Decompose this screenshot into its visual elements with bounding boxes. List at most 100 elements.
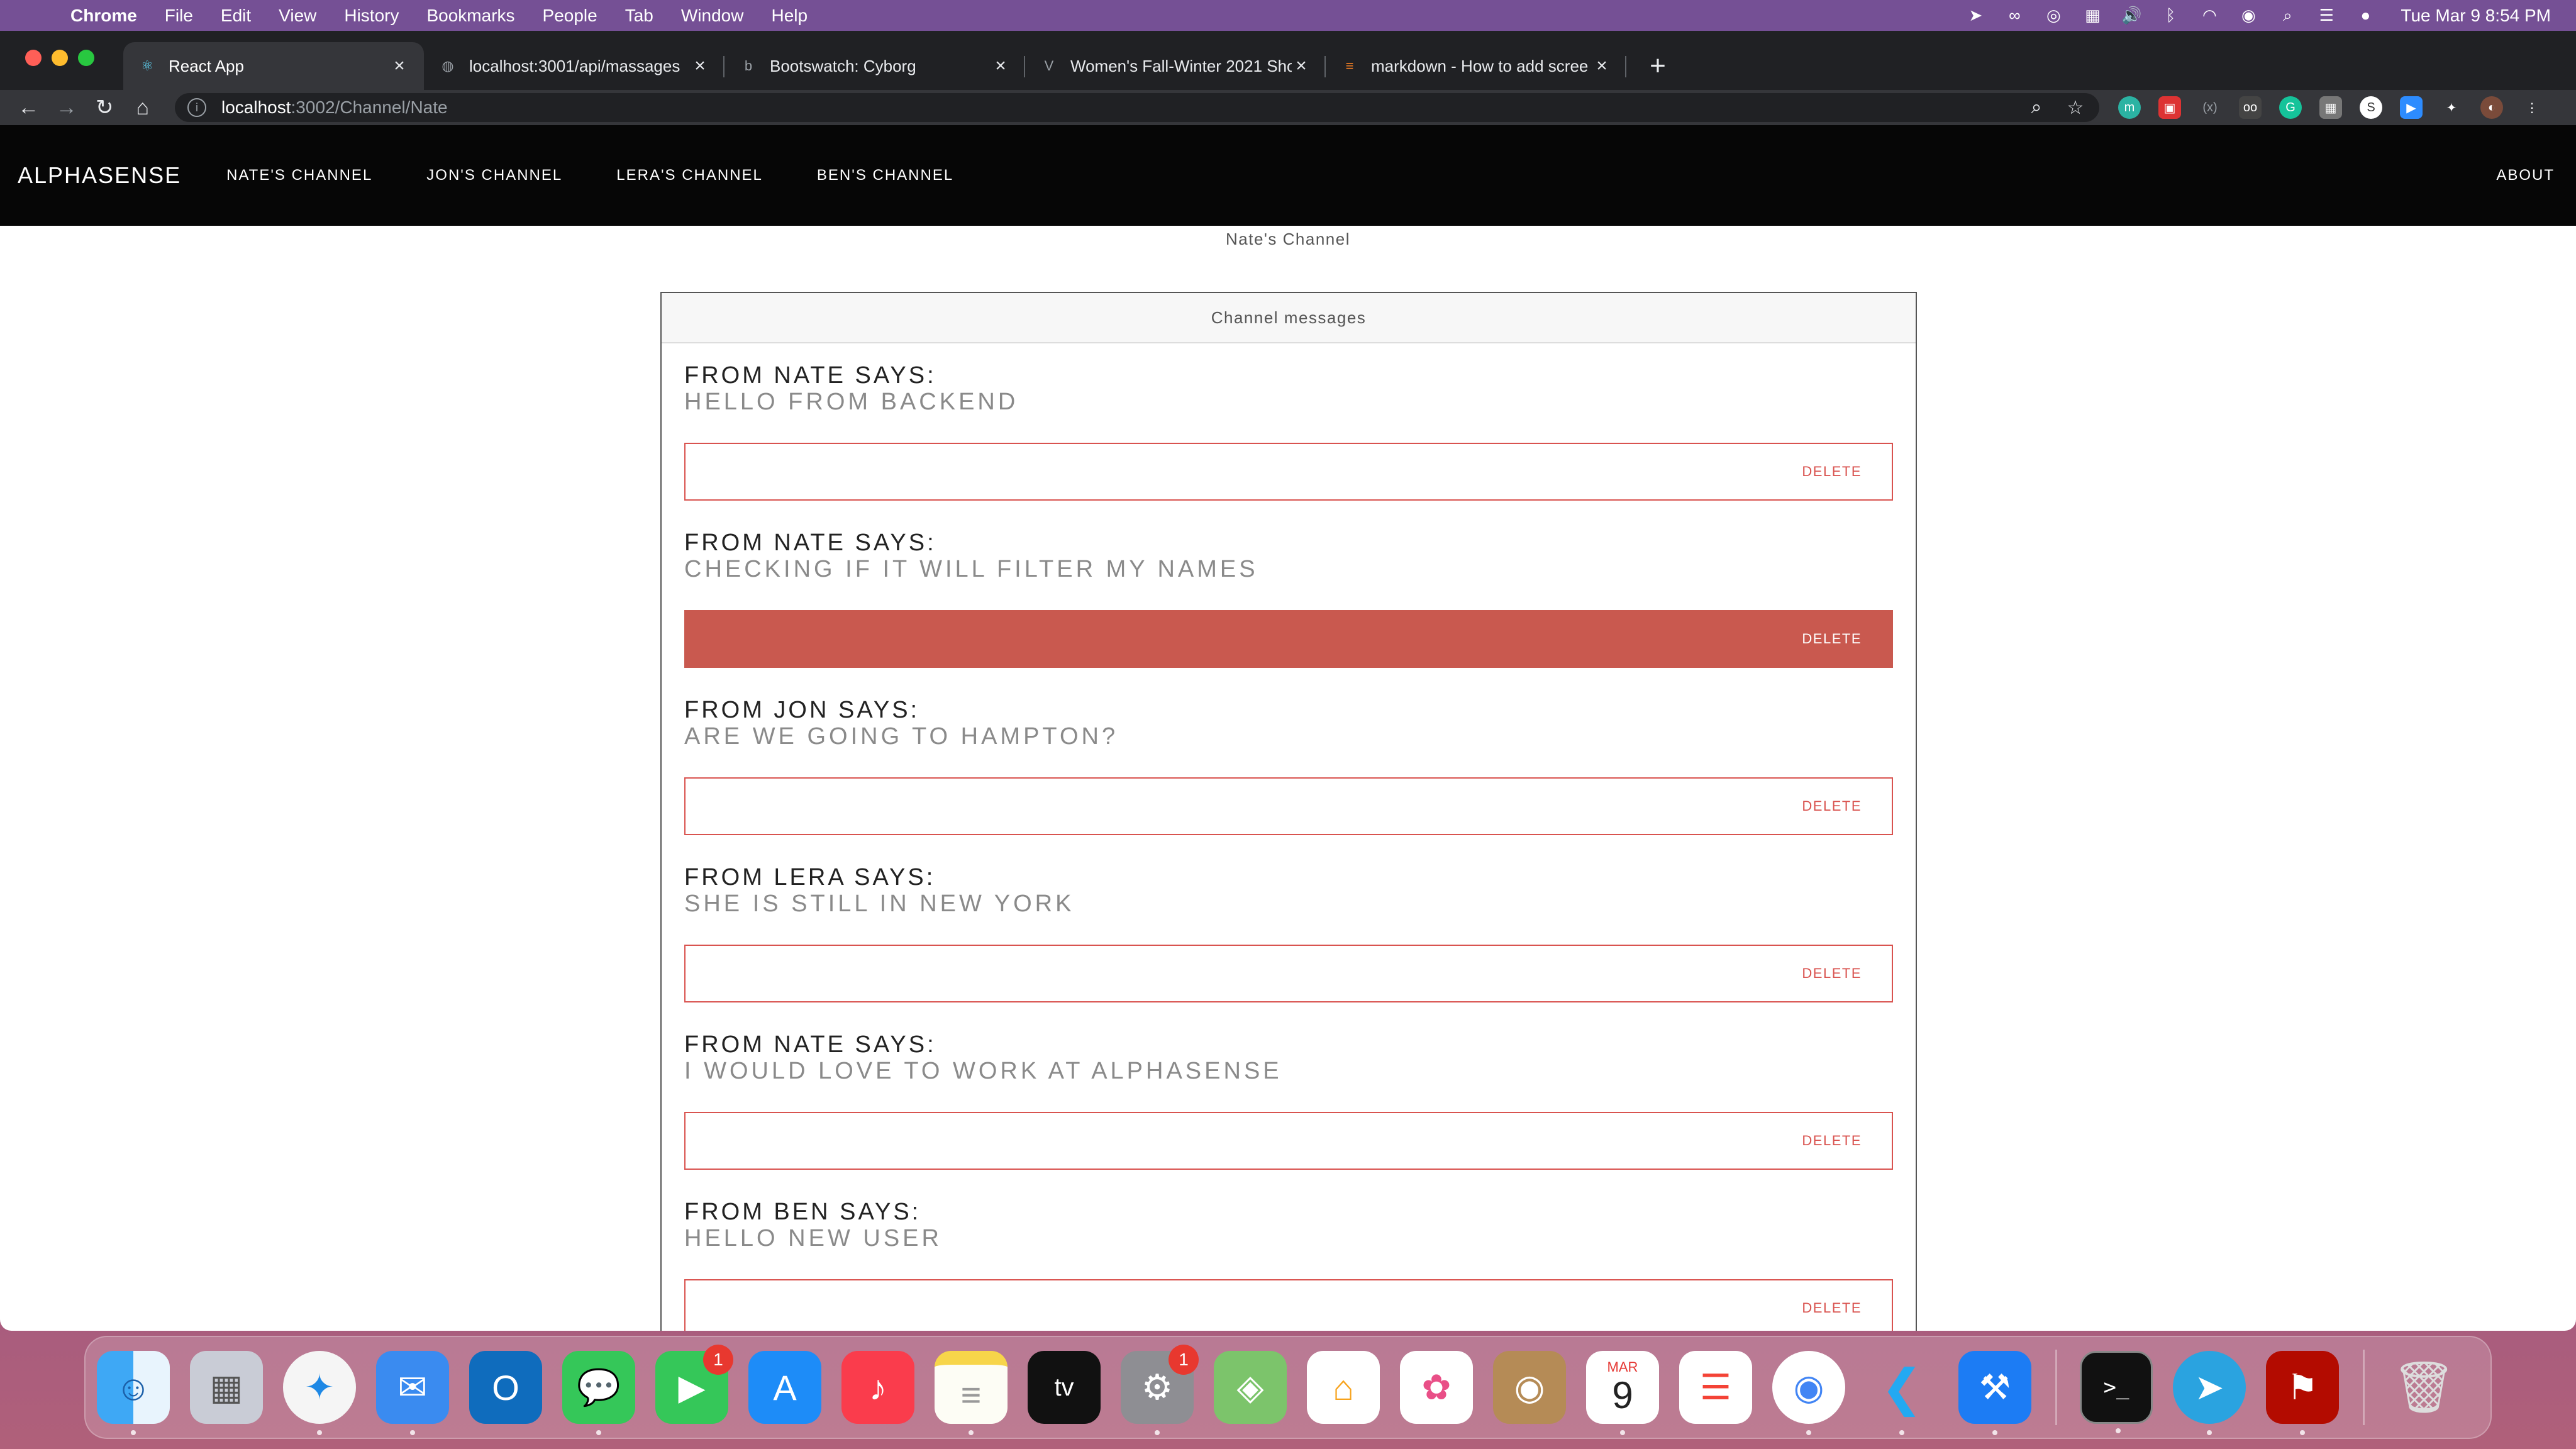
- launchpad-icon[interactable]: ▦: [190, 1351, 263, 1424]
- close-window-button[interactable]: [25, 50, 42, 66]
- extension-m-icon[interactable]: m: [2118, 96, 2141, 119]
- app-brand[interactable]: ALPHASENSE: [18, 162, 181, 189]
- new-tab-button[interactable]: +: [1639, 42, 1677, 90]
- nav-nates-channel[interactable]: NATE'S CHANNEL: [226, 167, 372, 184]
- close-tab-icon[interactable]: ×: [691, 55, 709, 76]
- extension-bracket-icon[interactable]: (x): [2199, 96, 2221, 119]
- siri-icon[interactable]: ●: [2355, 6, 2375, 26]
- vscode-icon[interactable]: ❮: [1865, 1351, 1938, 1435]
- reminders-icon[interactable]: ☰: [1679, 1351, 1752, 1424]
- extension-glasses-icon[interactable]: oo: [2239, 96, 2262, 119]
- extension-grid-icon[interactable]: ▦: [2319, 96, 2342, 119]
- chrome-icon[interactable]: ◉: [1772, 1351, 1845, 1435]
- calendar-icon[interactable]: MAR 9: [1586, 1351, 1659, 1435]
- messages-icon[interactable]: 💬: [562, 1351, 635, 1435]
- menu-edit[interactable]: Edit: [221, 6, 251, 26]
- calendar-day: 9: [1612, 1374, 1633, 1416]
- card-header: Channel messages: [662, 293, 1916, 343]
- tab-stackoverflow[interactable]: ≡ markdown - How to add scree ×: [1326, 42, 1626, 90]
- user-icon[interactable]: ◉: [2238, 6, 2258, 26]
- menu-window[interactable]: Window: [681, 6, 744, 26]
- delete-button[interactable]: DELETE: [684, 1279, 1893, 1331]
- photos-icon[interactable]: ✿: [1400, 1351, 1473, 1424]
- site-info-icon[interactable]: i: [187, 98, 206, 117]
- system-preferences-icon[interactable]: ⚙ 1: [1121, 1345, 1199, 1435]
- apple-menu-icon[interactable]: [25, 4, 48, 27]
- grammarly-icon[interactable]: G: [2279, 96, 2302, 119]
- bootstrap-icon: b: [744, 58, 753, 74]
- delete-button[interactable]: DELETE: [684, 443, 1893, 501]
- tab-title: React App: [169, 56, 244, 75]
- tab-bootswatch[interactable]: b Bootswatch: Cyborg ×: [724, 42, 1025, 90]
- music-icon[interactable]: ♪: [841, 1351, 914, 1424]
- macos-dock: ☺ ▦ ✦ ✉ O 💬 ▶ 1 A ♪ ≡ tv ⚙ 1 ◈ ⌂ ✿ ◉ MAR 9…: [84, 1336, 2492, 1439]
- telegram-dock-icon[interactable]: ➤: [2173, 1351, 2246, 1435]
- reload-icon[interactable]: ↻: [91, 94, 118, 121]
- terminal-icon[interactable]: >_: [2080, 1351, 2153, 1433]
- dock-separator: [2055, 1350, 2057, 1425]
- search-icon[interactable]: ⌕: [2277, 6, 2297, 26]
- menu-history[interactable]: History: [344, 6, 399, 26]
- notes-icon[interactable]: ≡: [935, 1351, 1008, 1435]
- extensions-puzzle-icon[interactable]: ✦: [2440, 96, 2463, 119]
- nav-jons-channel[interactable]: JON'S CHANNEL: [426, 167, 562, 184]
- bookmark-star-icon[interactable]: ☆: [2064, 96, 2087, 119]
- tab-react-app[interactable]: ⚛ React App ×: [123, 42, 424, 90]
- forward-icon[interactable]: →: [53, 94, 80, 121]
- app-store-icon[interactable]: A: [748, 1351, 821, 1424]
- mail-icon[interactable]: ✉: [376, 1351, 449, 1435]
- extension-red-icon[interactable]: ▣: [2158, 96, 2181, 119]
- apple-tv-icon[interactable]: tv: [1028, 1351, 1101, 1424]
- menubar-clock[interactable]: Tue Mar 9 8:54 PM: [2401, 6, 2551, 26]
- back-icon[interactable]: ←: [15, 94, 42, 121]
- menu-app-name[interactable]: Chrome: [70, 6, 137, 26]
- delete-button[interactable]: DELETE: [684, 945, 1893, 1002]
- activity-icon[interactable]: ◎: [2043, 6, 2063, 26]
- zoom-ext-icon[interactable]: ▶: [2400, 96, 2423, 119]
- control-center-icon[interactable]: ☰: [2316, 6, 2336, 26]
- safari-icon[interactable]: ✦: [283, 1351, 356, 1435]
- volume-icon[interactable]: 🔊: [2121, 6, 2141, 26]
- home-icon[interactable]: ⌂: [130, 94, 157, 121]
- outlook-icon[interactable]: O: [469, 1351, 542, 1424]
- facetime-icon[interactable]: ▶ 1: [655, 1345, 733, 1424]
- trash-icon[interactable]: 🗑: [2387, 1351, 2460, 1424]
- finder-icon[interactable]: ☺: [97, 1351, 170, 1435]
- close-tab-icon[interactable]: ×: [1592, 55, 1611, 76]
- tab-fashion[interactable]: V Women's Fall-Winter 2021 Sho ×: [1025, 42, 1326, 90]
- address-bar[interactable]: i localhost:3002/Channel/Nate ⌕ ☆: [175, 93, 2099, 122]
- delete-button[interactable]: DELETE: [684, 777, 1893, 835]
- telegram-icon[interactable]: ➤: [1965, 6, 1985, 26]
- bluetooth-icon[interactable]: ᛒ: [2160, 6, 2180, 26]
- maps-icon[interactable]: ◈: [1214, 1351, 1287, 1424]
- nav-bens-channel[interactable]: BEN'S CHANNEL: [817, 167, 953, 184]
- close-tab-icon[interactable]: ×: [1292, 55, 1311, 76]
- tab-api-massages[interactable]: ◍ localhost:3001/api/massages ×: [424, 42, 724, 90]
- running-indicator: [1155, 1430, 1160, 1435]
- delete-button[interactable]: DELETE: [684, 610, 1893, 668]
- creative-cloud-icon[interactable]: ∞: [2004, 6, 2024, 26]
- menu-bookmarks[interactable]: Bookmarks: [426, 6, 514, 26]
- menu-tab[interactable]: Tab: [625, 6, 653, 26]
- extension-s-icon[interactable]: S: [2360, 96, 2382, 119]
- minimize-window-button[interactable]: [52, 50, 68, 66]
- zoom-window-button[interactable]: [78, 50, 94, 66]
- nav-about[interactable]: ABOUT: [2496, 167, 2555, 184]
- acrobat-icon[interactable]: ⚑: [2266, 1351, 2339, 1435]
- contacts-icon[interactable]: ◉: [1493, 1351, 1566, 1424]
- magnet-icon[interactable]: ▦: [2082, 6, 2102, 26]
- profile-avatar-icon[interactable]: ◐: [2480, 96, 2503, 119]
- chrome-menu-icon[interactable]: ⋮: [2521, 96, 2543, 119]
- close-tab-icon[interactable]: ×: [991, 55, 1010, 76]
- close-tab-icon[interactable]: ×: [390, 55, 409, 76]
- xcode-icon[interactable]: ⚒: [1958, 1351, 2031, 1435]
- menu-view[interactable]: View: [279, 6, 316, 26]
- nav-leras-channel[interactable]: LERA'S CHANNEL: [616, 167, 763, 184]
- menu-people[interactable]: People: [543, 6, 597, 26]
- menu-help[interactable]: Help: [771, 6, 808, 26]
- delete-button[interactable]: DELETE: [684, 1112, 1893, 1170]
- home-app-icon[interactable]: ⌂: [1307, 1351, 1380, 1424]
- wifi-icon[interactable]: ◠: [2199, 6, 2219, 26]
- menu-file[interactable]: File: [165, 6, 193, 26]
- zoom-icon[interactable]: ⌕: [2025, 96, 2048, 119]
